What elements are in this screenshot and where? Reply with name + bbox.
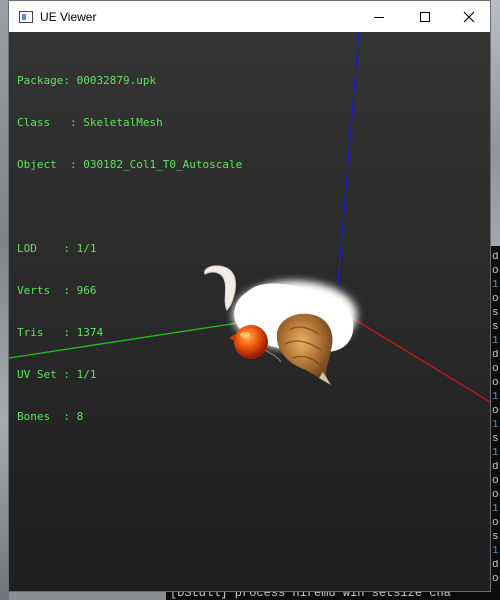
console-fragment: s	[492, 532, 499, 542]
cat-head-fur	[276, 313, 333, 384]
info-object: Object : 030182_Col1_T0_Autoscale	[17, 158, 243, 171]
console-fragment: 1	[492, 504, 499, 514]
console-fragment: o	[492, 266, 499, 276]
console-fragment: d	[492, 252, 499, 262]
console-fragment: d	[492, 350, 499, 360]
console-fragment: 1	[492, 420, 499, 430]
z-axis-line	[335, 32, 360, 309]
console-fragment: o	[492, 294, 499, 304]
console-fragment: 1	[492, 336, 499, 346]
3d-viewport[interactable]: Package: 00032879.upk Class : SkeletalMe…	[9, 32, 490, 591]
console-fragment: s	[492, 434, 499, 444]
info-bones-key: Bones	[17, 410, 51, 423]
info-object-value: 030182_Col1_T0_Autoscale	[83, 158, 243, 171]
minimize-button[interactable]	[356, 1, 402, 32]
console-fragment: o	[492, 364, 499, 374]
info-bones-value: 8	[76, 410, 84, 423]
info-lod-value: 1/1	[76, 242, 97, 255]
background-console-window: do1oss1doo1o1s1doo1os1do	[491, 246, 500, 600]
console-fragment: 1	[492, 448, 499, 458]
maximize-button[interactable]	[402, 1, 448, 32]
minimize-icon	[374, 16, 384, 18]
console-fragment: s	[492, 322, 499, 332]
console-fragment: 1	[492, 392, 499, 402]
window-title: UE Viewer	[40, 9, 97, 24]
console-fragment: o	[492, 490, 499, 500]
model-info-overlay: Package: 00032879.upk Class : SkeletalMe…	[17, 46, 242, 452]
console-fragment: s	[492, 308, 499, 318]
console-fragment: o	[492, 476, 499, 486]
close-button[interactable]	[446, 1, 492, 32]
ue-viewer-window[interactable]: UE Viewer Package: 00032879.upk Class: …	[8, 0, 491, 592]
console-fragment: d	[492, 560, 499, 570]
info-tris: Tris : 1374	[17, 326, 104, 339]
console-fragment: o	[492, 574, 499, 584]
background-console-bottom: [DStdll] process hiremu win setsize cha	[166, 592, 500, 600]
info-uvset-key: UV Set	[17, 368, 57, 381]
close-icon	[463, 11, 475, 22]
info-verts-key: Verts	[17, 284, 51, 297]
info-lod-key: LOD	[17, 242, 37, 255]
info-class-value: SkeletalMesh	[83, 116, 163, 129]
info-class-key: Class	[17, 116, 51, 129]
info-bones: Bones : 8	[17, 410, 84, 423]
info-uvset-value: 1/1	[76, 368, 97, 381]
info-lod: LOD : 1/1	[17, 242, 97, 255]
console-fragment: d	[492, 462, 499, 472]
title-bar[interactable]: UE Viewer	[9, 1, 490, 32]
info-tris-value: 1374	[76, 326, 104, 339]
info-class: Class : SkeletalMesh	[17, 116, 163, 129]
console-fragment: o	[492, 406, 499, 416]
console-fragment: o	[492, 518, 499, 528]
console-fragment: 1	[492, 546, 499, 556]
console-fragment: o	[492, 378, 499, 388]
desktop-background-right	[491, 0, 500, 250]
maximize-icon	[420, 11, 430, 22]
info-object-key: Object	[17, 158, 57, 171]
x-axis-line	[335, 307, 490, 403]
console-fragment: 1	[492, 280, 499, 290]
info-verts-value: 966	[76, 284, 97, 297]
info-package: Package: 00032879.upk	[17, 74, 157, 87]
info-uvset: UV Set : 1/1	[17, 368, 97, 381]
info-tris-key: Tris	[17, 326, 44, 339]
app-window-icon	[19, 10, 33, 23]
console-bottom-line: [DStdll] process hiremu win setsize cha	[170, 592, 451, 600]
info-package-value: 00032879.upk	[76, 74, 157, 87]
info-package-key: Package	[17, 74, 64, 87]
info-verts: Verts : 966	[17, 284, 97, 297]
